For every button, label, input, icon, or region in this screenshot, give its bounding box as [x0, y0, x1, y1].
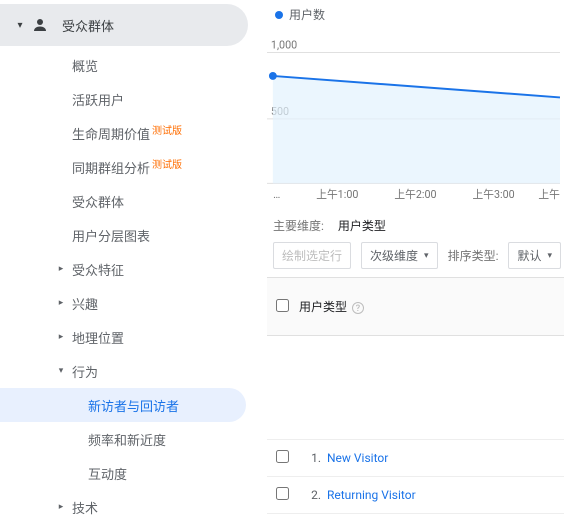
chevron-down-icon: ▾ [14, 20, 26, 31]
sidebar-item-user-explorer[interactable]: 用户分层图表 [0, 218, 260, 252]
row-checkbox[interactable] [276, 450, 289, 463]
x-tick-label: … [273, 188, 280, 201]
sidebar-item-demographics[interactable]: ▸受众特征 [0, 252, 260, 286]
chevron-down-icon: ▾ [56, 366, 66, 376]
sidebar-item-behavior[interactable]: ▾行为 [0, 354, 260, 388]
sidebar-item-overview[interactable]: 概览 [0, 48, 260, 82]
sort-type-dropdown[interactable]: 默认 ▾ [508, 242, 561, 269]
row-link-new-visitor[interactable]: New Visitor [327, 451, 388, 465]
sidebar: ▾ 受众群体 概览 活跃用户 生命周期价值测试版 同期群组分析测试版 受众群体 … [0, 0, 260, 530]
beta-badge: 测试版 [152, 156, 182, 171]
chevron-down-icon: ▾ [424, 251, 429, 261]
sidebar-item-cohort[interactable]: 同期群组分析测试版 [0, 150, 260, 184]
sort-type-label: 排序类型: [448, 247, 499, 264]
primary-dimension-label: 主要维度: [273, 217, 324, 234]
sidebar-section-attribution[interactable]: 归因 测试版 [0, 526, 260, 530]
x-tick-label: 上午4 [538, 188, 560, 201]
column-header-user-type[interactable]: 用户类型 ? [299, 278, 564, 336]
sidebar-item-audiences[interactable]: 受众群体 [0, 184, 260, 218]
secondary-dimension-dropdown[interactable]: 次级维度 ▾ [361, 242, 438, 269]
data-table: 用户类型 ? 1.New Visitor 2.Returning Visitor [267, 278, 564, 514]
chart-legend: 用户数 [275, 6, 564, 23]
sidebar-section-title: 受众群体 [62, 16, 114, 35]
beta-badge: 测试版 [152, 122, 182, 137]
sidebar-section-audience[interactable]: ▾ 受众群体 [0, 4, 248, 46]
chevron-right-icon: ▸ [56, 332, 66, 342]
x-tick-label: 上午3:00 [473, 188, 515, 201]
line-chart: 1,000 500 … 上午1:00 上午2:00 上午3:00 上午4 [267, 25, 560, 205]
data-point [269, 72, 277, 80]
chevron-down-icon: ▾ [548, 251, 553, 261]
primary-dimension-value[interactable]: 用户类型 [338, 217, 386, 234]
table-toolbar: 绘制选定行 次级维度 ▾ 排序类型: 默认 ▾ [267, 242, 564, 278]
primary-dimension-row: 主要维度: 用户类型 [273, 217, 564, 234]
row-link-returning-visitor[interactable]: Returning Visitor [327, 488, 416, 502]
legend-label: 用户数 [289, 6, 325, 23]
chevron-right-icon: ▸ [56, 502, 66, 512]
sidebar-item-frequency[interactable]: 频率和新近度 [0, 422, 260, 456]
main-content: 用户数 1,000 500 … 上午1:00 上午2:00 上午3:00 上午4… [260, 0, 564, 530]
chevron-right-icon: ▸ [56, 264, 66, 274]
person-icon [30, 15, 50, 35]
sidebar-item-technology[interactable]: ▸技术 [0, 490, 260, 524]
sidebar-item-engagement[interactable]: 互动度 [0, 456, 260, 490]
plot-selected-button[interactable]: 绘制选定行 [273, 242, 351, 269]
sidebar-submenu: 概览 活跃用户 生命周期价值测试版 同期群组分析测试版 受众群体 用户分层图表 … [0, 46, 260, 526]
row-checkbox[interactable] [276, 487, 289, 500]
sidebar-item-new-vs-returning[interactable]: 新访者与回访者 [0, 388, 246, 422]
select-all-checkbox[interactable] [276, 299, 289, 312]
x-tick-label: 上午2:00 [394, 188, 436, 201]
sidebar-item-geo[interactable]: ▸地理位置 [0, 320, 260, 354]
table-row: 2.Returning Visitor [267, 477, 564, 514]
legend-dot-icon [275, 11, 283, 19]
x-tick-label: 上午1:00 [316, 188, 358, 201]
help-icon[interactable]: ? [352, 302, 364, 314]
sidebar-item-interests[interactable]: ▸兴趣 [0, 286, 260, 320]
chevron-right-icon: ▸ [56, 298, 66, 308]
sidebar-item-active-users[interactable]: 活跃用户 [0, 82, 260, 116]
y-tick-label: 1,000 [271, 39, 297, 52]
table-row: 1.New Visitor [267, 440, 564, 477]
sidebar-item-ltv[interactable]: 生命周期价值测试版 [0, 116, 260, 150]
